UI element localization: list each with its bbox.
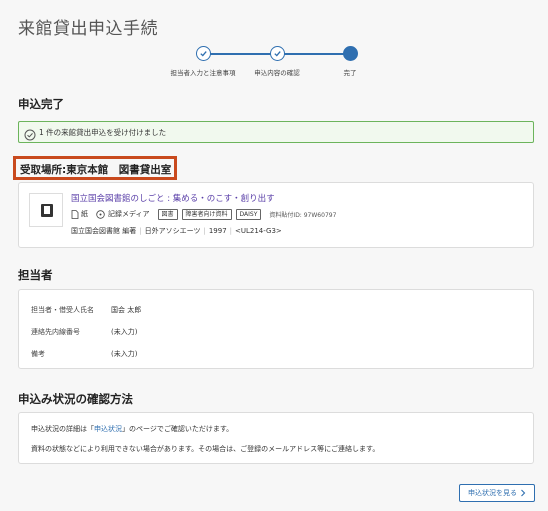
tag-book: 図書 xyxy=(157,208,178,220)
progress-stepper: 担当者入力と注意事項 申込内容の確認 完了 xyxy=(160,44,390,80)
status-heading: 申込み状況の確認方法 xyxy=(18,392,133,406)
stepper-connector xyxy=(203,53,277,55)
status-info-suffix: 」のページでご確認いただけます。 xyxy=(122,425,234,433)
media-paper: 紙 xyxy=(71,209,88,219)
media-paper-label: 紙 xyxy=(81,210,88,218)
call-number: <UL214-G3> xyxy=(235,227,282,235)
book-card: 国立国会図書館のしごと : 集める・のこす・創り出す 紙 記録メディア 図書 障… xyxy=(18,182,534,248)
tag-accessible: 障害者向け資料 xyxy=(181,208,232,220)
media-recording-label: 記録メディア xyxy=(108,210,150,218)
tag-daisy: DAISY xyxy=(235,208,262,220)
staff-name-label: 担当者・借受人氏名 xyxy=(31,306,94,314)
book-title-link[interactable]: 国立国会図書館のしごと : 集める・のこす・創り出す xyxy=(71,192,275,204)
step-3-label: 完了 xyxy=(343,69,357,77)
pickup-location-highlight: 受取場所:東京本館 図書貸出室 xyxy=(13,156,177,180)
book-author: 国立国会図書館 編著 xyxy=(71,227,137,235)
step-2-label: 申込内容の確認 xyxy=(254,69,300,77)
step-1-check-icon xyxy=(196,46,211,61)
bibliographic-info: 国立国会図書館 編著 | 日外アソシエーツ | 1997 | <UL214-G3> xyxy=(71,227,282,235)
book-year: 1997 xyxy=(208,227,227,235)
success-alert: 1 件の来館貸出申込を受け付けました xyxy=(18,121,534,143)
staff-name-value: 国会 太郎 xyxy=(111,306,142,314)
status-notice: 資料の状態などにより利用できない場合があります。その場合は、ご登録のメールアドレ… xyxy=(31,445,380,453)
staff-heading: 担当者 xyxy=(18,268,53,282)
step-1-label: 担当者入力と注意事項 xyxy=(170,69,236,77)
status-info-prefix: 申込状況の詳細は「 xyxy=(31,425,94,433)
book-publisher: 日外アソシエーツ xyxy=(144,227,201,235)
complete-heading: 申込完了 xyxy=(18,97,64,111)
material-id: 資料貼付ID: 97W60797 xyxy=(269,211,337,219)
chevron-right-icon xyxy=(521,489,526,497)
status-info-line: 申込状況の詳細は「申込状況」のページでご確認いただけます。 xyxy=(31,424,233,434)
remarks-label: 備考 xyxy=(31,350,45,358)
view-status-button-label: 申込状況を見る xyxy=(468,489,517,497)
status-page-link[interactable]: 申込状況 xyxy=(94,425,122,433)
book-thumbnail-icon xyxy=(29,193,63,227)
recording-media-icon xyxy=(96,209,105,219)
view-status-button[interactable]: 申込状況を見る xyxy=(459,484,535,502)
check-circle-icon xyxy=(24,126,36,145)
pickup-location: 受取場所:東京本館 図書貸出室 xyxy=(20,164,172,176)
stepper-connector xyxy=(277,53,351,55)
book-meta-row: 紙 記録メディア 図書 障害者向け資料 DAISY 資料貼付ID: 97W607… xyxy=(71,208,336,220)
step-3-current-indicator xyxy=(343,46,358,61)
status-card: 申込状況の詳細は「申込状況」のページでご確認いただけます。 資料の状態などにより… xyxy=(18,412,534,464)
step-2-check-icon xyxy=(270,46,285,61)
remarks-value: (未入力) xyxy=(111,350,138,358)
alert-message: 1 件の来館貸出申込を受け付けました xyxy=(39,128,167,137)
extension-label: 連絡先内線番号 xyxy=(31,328,80,336)
staff-card: 担当者・借受人氏名 国会 太郎 連絡先内線番号 (未入力) 備考 (未入力) xyxy=(18,289,534,369)
extension-value: (未入力) xyxy=(111,328,138,336)
page-title: 来館貸出申込手続 xyxy=(18,19,158,39)
media-recording: 記録メディア xyxy=(96,209,150,219)
paper-icon xyxy=(71,209,79,219)
